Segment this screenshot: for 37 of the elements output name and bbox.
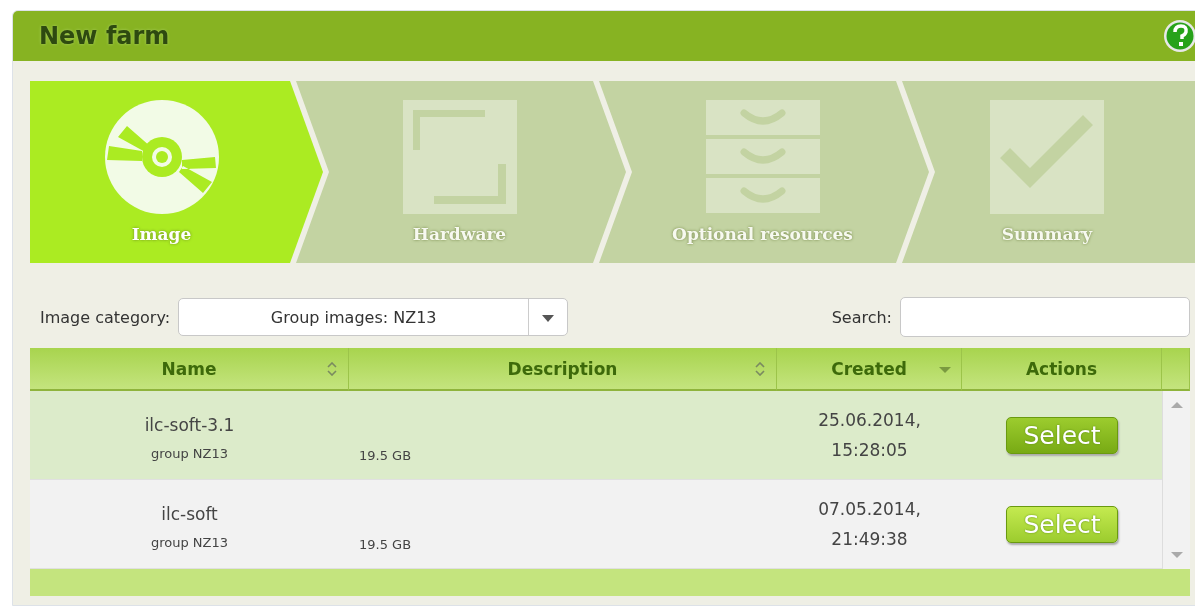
- column-header[interactable]: Actions: [962, 348, 1162, 391]
- help-icon[interactable]: [1163, 19, 1195, 53]
- select-button[interactable]: Select: [1006, 416, 1118, 454]
- scroll-down-icon[interactable]: [1170, 551, 1183, 559]
- disc-icon: [104, 100, 219, 214]
- image-name: ilc-soft: [161, 502, 218, 526]
- step-label: Optional resources: [672, 224, 853, 244]
- image-size: 19.5 GB: [359, 447, 412, 463]
- created-date: 25.06.2014,: [818, 409, 921, 432]
- sort-icon: [326, 362, 338, 376]
- check-icon: [990, 100, 1104, 214]
- image-name: ilc-soft-3.1: [144, 413, 235, 437]
- frame-icon: [402, 100, 517, 214]
- table-row[interactable]: ilc-soft group NZ13: [30, 480, 349, 569]
- column-header[interactable]: Description: [349, 348, 777, 391]
- step-label: Image: [131, 224, 192, 244]
- image-group: group NZ13: [150, 445, 229, 461]
- search-field[interactable]: [900, 297, 1190, 337]
- image-size: 19.5 GB: [359, 536, 412, 552]
- scrollbar[interactable]: [1162, 391, 1190, 569]
- table-row[interactable]: ilc-soft-3.1 group NZ13: [30, 391, 349, 480]
- sort-icon: [754, 362, 766, 376]
- step-label: Summary: [1001, 224, 1093, 244]
- category-label: Image category:: [40, 307, 171, 327]
- drawers-icon: [705, 100, 820, 214]
- created-time: 15:28:05: [831, 439, 908, 462]
- column-header: [1162, 348, 1190, 391]
- column-header[interactable]: Created: [777, 348, 962, 391]
- image-group: group NZ13: [150, 534, 229, 550]
- step-label: Hardware: [412, 224, 507, 244]
- created-date: 07.05.2014,: [818, 498, 921, 521]
- column-header[interactable]: Name: [30, 348, 349, 391]
- category-dropdown[interactable]: Group images: NZ13: [178, 298, 569, 336]
- scroll-up-icon[interactable]: [1170, 401, 1183, 409]
- panel-title: New farm: [39, 22, 170, 50]
- search-label: Search:: [831, 307, 892, 327]
- created-time: 21:49:38: [831, 528, 908, 551]
